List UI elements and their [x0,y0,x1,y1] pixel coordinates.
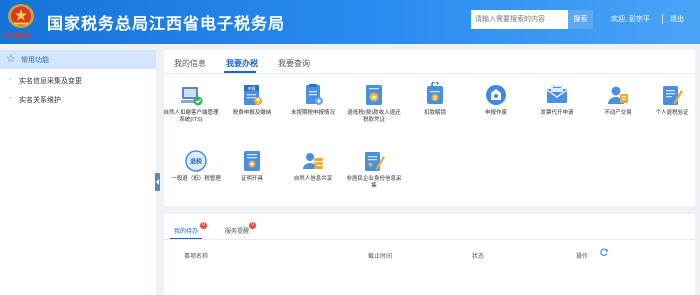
service-tax-declaration[interactable]: 申报 税费申报及缴纳 [224,82,280,144]
service-label: 自然人信息共享 [293,176,333,182]
service-label: 退抵税(费)款收入退还税款凭证 [347,110,401,123]
service-label: 扣款解锁 [423,110,446,116]
unlock-payment-icon [427,82,443,104]
computer-check-icon [181,87,203,106]
service-void-declaration[interactable]: 申报作废 [468,82,524,144]
header-divider [662,14,663,24]
void-declaration-icon [486,85,506,105]
service-its-client[interactable]: 自然人扣缴客户端管理系统(ITS) [163,82,219,144]
site-title: 国家税务总局江西省电子税务局 [47,16,286,33]
sidebar-item-label: 实名关系维护 [19,97,61,104]
todo-tabs-divider [164,239,695,240]
sidebar-item-realname-collect[interactable]: - 实名信息采集及变更 [0,73,156,87]
main-panel: 我的信息 我要办税 我要查询 自然人扣缴客户端管理系统(ITS) 申报 税费申报… [163,50,695,206]
certificate-icon [244,151,260,171]
service-real-estate[interactable]: 不动产交易 [590,82,646,144]
service-label: 未按期税申报情况 [290,110,335,116]
service-nonresident-info[interactable]: 非居民企业身份信息采集 [346,148,402,210]
search-input[interactable] [471,10,568,29]
service-personal-refund-verify[interactable]: 个人退税验证 [644,82,700,144]
service-label: 一般退（抵）税管理 [171,176,221,182]
refund-circle-icon: 退税 [185,150,207,172]
nonresident-info-icon [365,152,385,171]
sidebar-item-label: 实名信息采集及变更 [19,78,82,85]
tab-query[interactable]: 我要查询 [278,58,310,69]
tax-declaration-icon: 申报 [244,85,262,105]
bullet-dash-icon: - [9,95,12,102]
sidebar-item-realname-relation[interactable]: - 实名关系维护 [0,92,156,106]
service-label: 自然人扣缴客户端管理系统(ITS) [163,110,219,123]
service-label: 非居民企业身份信息采集 [346,176,402,189]
tab-my-info[interactable]: 我的信息 [174,58,206,69]
reminder-count-badge: 0 [249,222,256,229]
unfiled-report-icon [306,84,323,105]
service-info-share[interactable]: 自然人信息共享 [285,148,341,210]
tax-emblem-icon [8,4,34,28]
real-estate-person-icon [608,86,628,104]
welcome-user: 欢迎, 彭宗平 [611,16,650,23]
service-label: 发票代开申请 [540,110,574,116]
tabs-divider [164,73,695,74]
refresh-icon[interactable] [599,247,609,257]
column-header-action: 操作 [576,254,589,260]
refund-verify-icon [663,86,683,105]
sidebar: ☆ 常用功能 - 实名信息采集及变更 - 实名关系维护 [0,50,156,295]
sidebar-heading-label: 常用功能 [21,57,49,64]
column-header-status: 状态 [472,254,485,260]
bullet-dash-icon: - [9,76,12,83]
sidebar-collapse-handle[interactable] [155,173,160,191]
svg-text:申报: 申报 [248,85,256,91]
star-icon: ☆ [6,53,16,65]
service-general-refund[interactable]: 退税 一般退（抵）税管理 [168,148,224,210]
service-invoice-issue[interactable]: 发票代开申请 [529,82,585,144]
refund-voucher-icon [366,85,382,105]
top-header: 中国税务 国家税务总局江西省电子税务局 搜索 欢迎, 彭宗平 退出 [0,0,700,44]
sidebar-heading[interactable]: ☆ 常用功能 [0,50,156,69]
tab-my-todo[interactable]: 我的待办 [174,226,198,235]
logout-link[interactable]: 退出 [670,14,684,24]
column-header-item: 事项名称 [184,254,209,260]
service-unlock-payment[interactable]: 扣款解锁 [407,82,463,144]
service-refund-voucher[interactable]: 退抵税(费)款收入退还税款凭证 [346,82,402,144]
search-button[interactable]: 搜索 [568,10,593,29]
tab-service-reminder[interactable]: 服务提醒 [225,226,249,235]
column-header-deadline: 截止时间 [368,254,393,260]
service-certificate[interactable]: 证明开具 [224,148,280,210]
svg-text:退税: 退税 [190,158,202,166]
service-label: 证明开具 [240,176,263,182]
service-label: 申报作废 [484,110,507,116]
invoice-mail-icon [546,85,568,103]
todo-panel: 我的待办 0 服务提醒 0 事项名称 截止时间 状态 操作 [164,214,695,295]
service-label: 个人退税验证 [655,110,689,116]
service-label: 税费申报及缴纳 [232,110,272,116]
service-unfiled-report[interactable]: 未按期税申报情况 [285,82,341,144]
info-share-icon [303,153,323,169]
service-label: 不动产交易 [604,110,632,116]
emblem-caption: 中国税务 [4,33,33,40]
todo-count-badge: 0 [200,222,207,229]
tab-tax-handling[interactable]: 我要办税 [226,58,258,69]
